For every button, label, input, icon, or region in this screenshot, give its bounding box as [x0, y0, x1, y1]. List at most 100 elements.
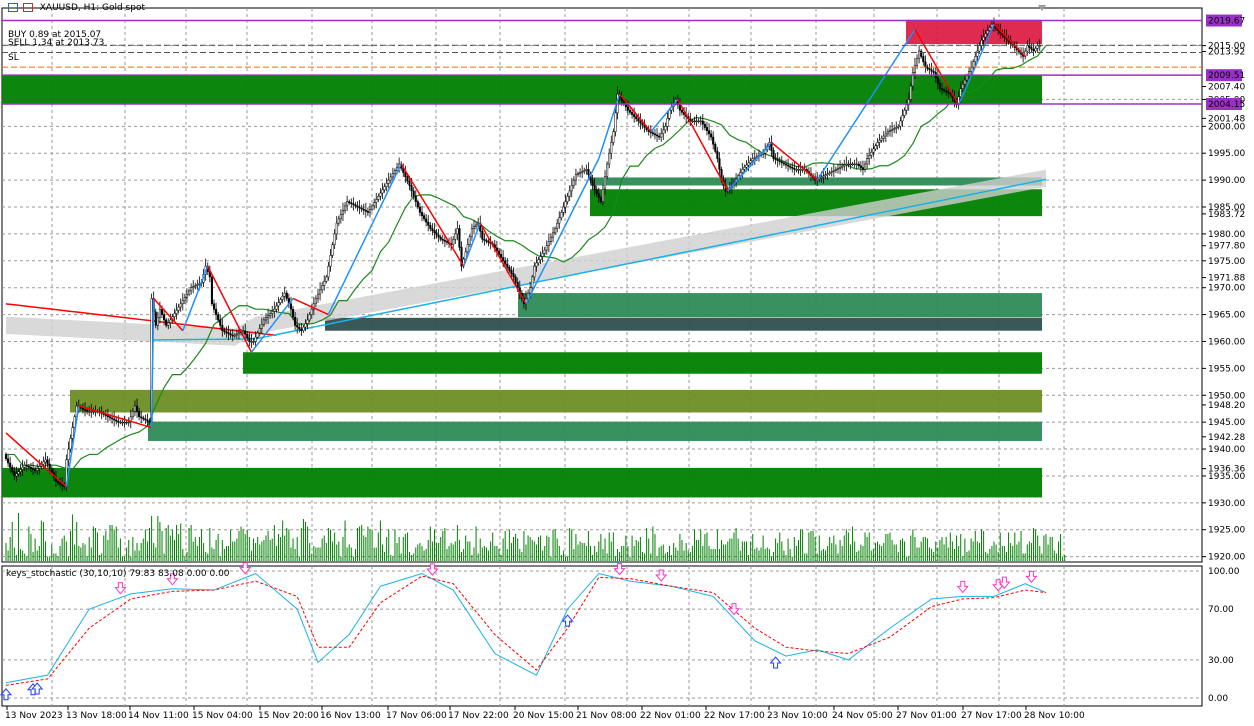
candle-body [212, 303, 216, 310]
candle-body [175, 310, 178, 314]
price-axis-label: 1945.00 [1208, 418, 1245, 428]
candle-body [986, 30, 989, 35]
candle-body [984, 33, 987, 38]
candle-body [379, 192, 382, 197]
candle-body [780, 161, 783, 164]
price-axis-label: 1995.00 [1208, 149, 1245, 159]
candle-body [169, 319, 172, 323]
candle-body [385, 183, 388, 187]
price-axis-label: 1942.28 [1208, 433, 1245, 443]
candle-body [901, 115, 904, 122]
candle-body [839, 166, 842, 169]
candle-body [291, 308, 295, 318]
time-axis-label: 27 Nov 01:00 [896, 711, 957, 721]
price-zone [70, 389, 1042, 413]
time-axis-label: 24 Nov 05:00 [832, 711, 893, 721]
candle-body [19, 469, 22, 472]
candle-body [294, 317, 297, 326]
candle-body [593, 185, 596, 190]
candle-body [936, 77, 939, 84]
candle-body [1028, 45, 1031, 48]
candle-body [256, 332, 259, 338]
candle-body [504, 260, 507, 265]
time-axis-label: 16 Nov 13:00 [320, 711, 381, 721]
candle-body [231, 334, 234, 337]
candle-body [930, 69, 933, 72]
candle-body [339, 214, 342, 220]
candle-body [701, 120, 704, 125]
price-axis-label: 1955.00 [1208, 364, 1245, 374]
candle-body [181, 300, 184, 305]
candle-body [383, 186, 386, 191]
candle-body [310, 308, 313, 315]
price-axis-label: 1920.00 [1208, 553, 1245, 563]
candle-body [988, 27, 991, 31]
candle-body [884, 133, 887, 137]
candle-body [918, 50, 921, 59]
candle-body [830, 171, 833, 173]
candle-body [899, 120, 902, 127]
candle-body [481, 230, 484, 240]
candle-body [822, 175, 825, 178]
candle-body [410, 185, 413, 192]
candle-body [976, 50, 979, 57]
candle-body [192, 286, 195, 288]
candle-body [27, 466, 30, 468]
time-axis-label: 15 Nov 20:00 [258, 711, 319, 721]
candle-body [870, 151, 873, 156]
candle-body [965, 75, 969, 81]
time-axis-label: 13 Nov 18:00 [66, 711, 127, 721]
price-zone [2, 75, 1042, 104]
candle-body [21, 467, 24, 470]
candle-body [254, 336, 257, 342]
candle-body [358, 206, 361, 209]
candle-body [603, 176, 607, 190]
candle-body [69, 438, 72, 450]
candle-body [716, 151, 719, 159]
time-axis-label: 23 Nov 10:00 [767, 711, 828, 721]
candle-body [695, 120, 698, 123]
candle-body [610, 142, 613, 154]
candle-body [427, 221, 430, 226]
candle-body [377, 196, 380, 200]
candle-body [393, 170, 397, 174]
candle-body [897, 126, 900, 128]
candle-body [273, 308, 276, 312]
candle-body [439, 236, 442, 240]
candle-body [183, 297, 186, 301]
candle-body [375, 199, 378, 203]
candle-body [707, 130, 711, 135]
candle-body [283, 292, 286, 297]
candle-body [17, 471, 20, 475]
candle-body [323, 280, 326, 286]
candle-body [279, 299, 282, 303]
candle-body [281, 296, 284, 300]
candle-body [895, 127, 898, 129]
candle-body [868, 155, 871, 159]
candle-body [651, 132, 654, 135]
candle-body [391, 173, 394, 178]
candle-body [138, 411, 141, 418]
time-axis-label: 17 Nov 06:00 [386, 711, 447, 721]
candle-body [389, 176, 392, 181]
candle-body [974, 56, 977, 63]
candle-body [591, 179, 594, 186]
candle-body [826, 173, 829, 175]
indicator-label: keys_stochastic (30,10,10) 79.83 83.08 0… [6, 569, 230, 579]
candle-body [947, 91, 950, 94]
candle-body [612, 131, 615, 143]
candle-body [583, 170, 586, 172]
candle-body [466, 244, 469, 253]
candle-body [978, 45, 981, 52]
candle-body [458, 228, 461, 248]
candle-body [940, 88, 944, 91]
candle-body [843, 164, 846, 167]
candle-body [13, 471, 16, 477]
price-axis-label: 2004.15 [1208, 100, 1245, 110]
candle-body [227, 332, 230, 335]
candle-body [554, 228, 557, 234]
candle-body [932, 70, 935, 73]
candle-body [38, 466, 41, 469]
candle-body [861, 167, 865, 170]
candle-body [653, 133, 657, 136]
